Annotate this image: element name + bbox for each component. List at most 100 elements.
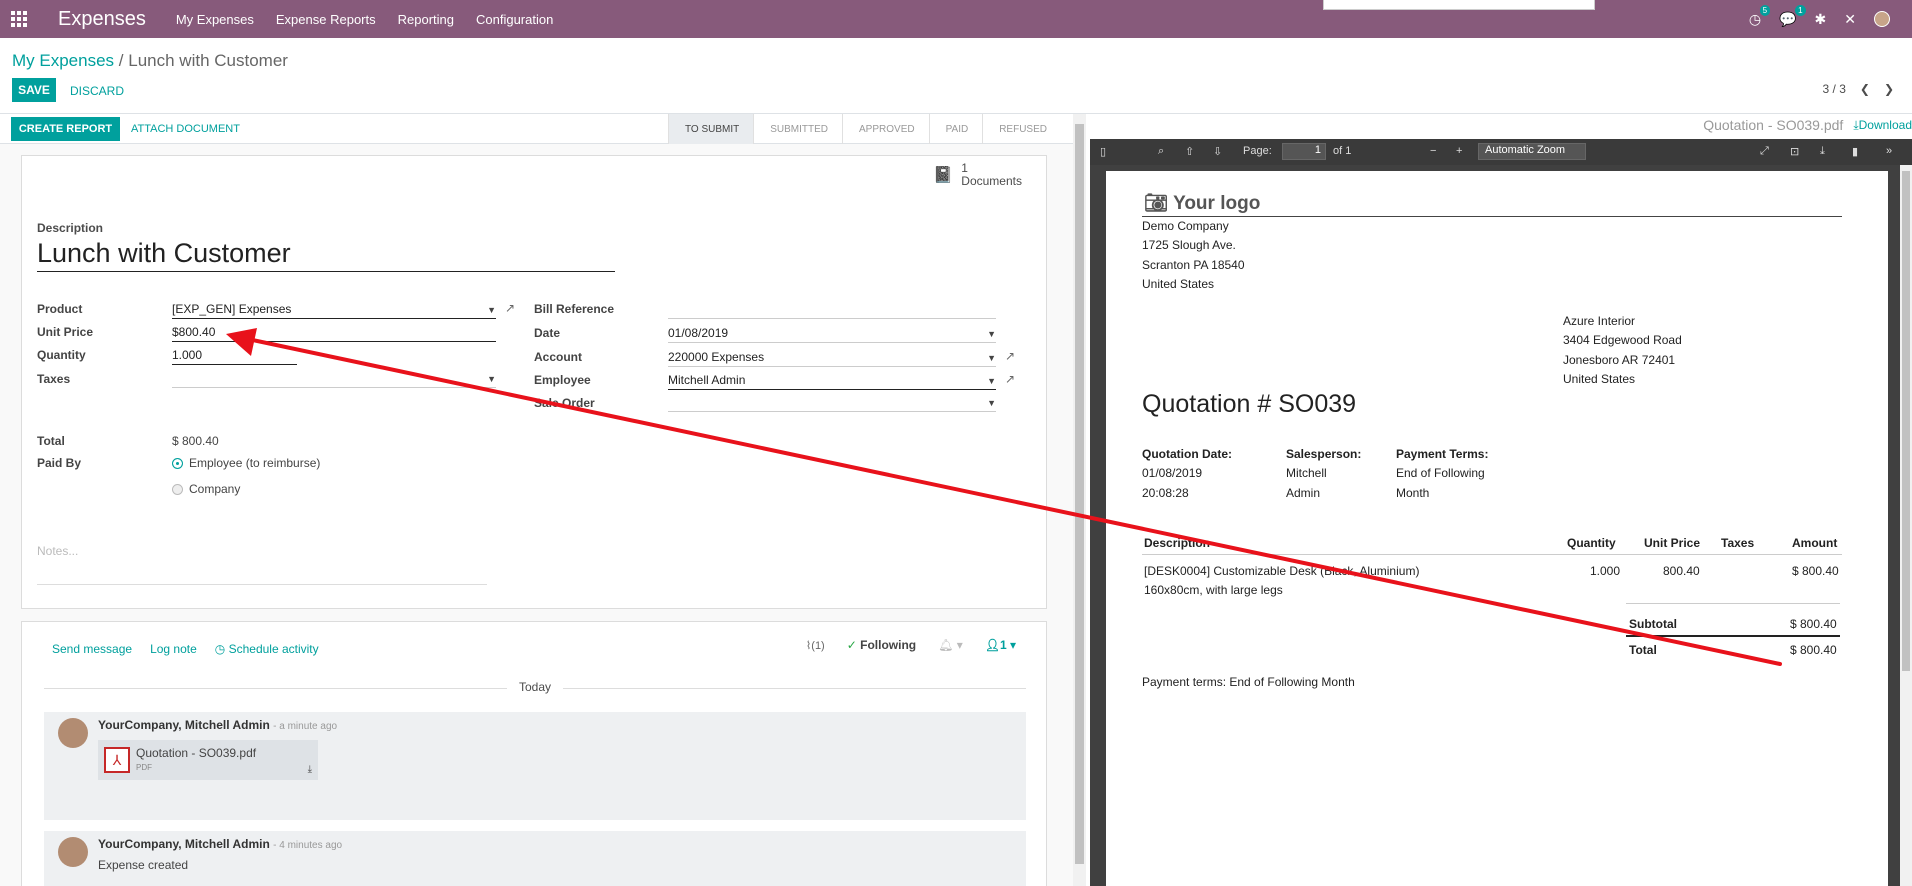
bell-icon[interactable]: 🔔︎ ▾ [938, 638, 963, 652]
product-label: Product [37, 302, 83, 316]
pdf-filename: Quotation - SO039.pdf [1703, 117, 1844, 133]
line-description-2: 160x80cm, with large legs [1144, 583, 1283, 597]
activity-icon[interactable]: ◷ 5 [1749, 4, 1771, 28]
pdf-icon: ⅄ [104, 747, 130, 773]
breadcrumb-current: Lunch with Customer [128, 51, 288, 70]
chevron-down-icon[interactable]: ▼ [487, 302, 496, 318]
attachment-preview: Quotation - SO039.pdf ⤓Download ▯ ⌕ ⇧ ⇩ … [1087, 114, 1912, 886]
menu-configuration[interactable]: Configuration [476, 12, 553, 27]
documents-count: 1 [961, 161, 968, 175]
employee-field[interactable]: Mitchell Admin ▼ [668, 372, 996, 390]
zoom-out-icon[interactable]: − [1430, 145, 1436, 157]
page-count: of 1 [1333, 145, 1352, 157]
breadcrumb-parent[interactable]: My Expenses [12, 51, 114, 70]
pdf-viewer: ▯ ⌕ ⇧ ⇩ Page: 1 of 1 − + Automatic Zoom … [1090, 139, 1912, 886]
discard-button[interactable]: DISCARD [70, 84, 124, 98]
pdf-scrollbar[interactable] [1900, 165, 1912, 886]
sale-order-field[interactable]: ▼ [668, 394, 996, 412]
previous-page-icon[interactable]: ⇧ [1185, 145, 1194, 158]
company-line: Scranton PA 18540 [1142, 258, 1245, 272]
save-button[interactable]: SAVE [12, 78, 56, 102]
external-link-icon[interactable]: ↗ [1005, 372, 1015, 386]
radio-company[interactable]: Company [172, 482, 240, 496]
chevron-down-icon[interactable]: ▼ [987, 395, 996, 411]
debug-bug-icon[interactable]: ✱ [1815, 11, 1827, 28]
attachment-card[interactable]: ⅄ Quotation - SO039.pdf PDF ⤓ [98, 740, 318, 780]
close-icon[interactable]: ✕ [1844, 11, 1856, 28]
save-icon[interactable]: ⤓ [1820, 145, 1825, 158]
chevron-down-icon[interactable]: ▼ [987, 326, 996, 342]
search-icon[interactable]: ⌕ [1158, 145, 1164, 158]
description-label: Description [37, 221, 104, 235]
fullscreen-icon[interactable]: ⤢ [1760, 145, 1769, 158]
open-file-icon[interactable]: ⊡ [1790, 145, 1799, 158]
author-name[interactable]: YourCompany, Mitchell Admin [98, 837, 270, 851]
product-field[interactable]: [EXP_GEN] Expenses ▼ [172, 301, 496, 319]
download-label: Download [1858, 117, 1912, 132]
author-name[interactable]: YourCompany, Mitchell Admin [98, 718, 270, 732]
menu-expense-reports[interactable]: Expense Reports [276, 12, 376, 27]
tools-icon[interactable]: » [1886, 145, 1892, 157]
scrollbar-thumb[interactable] [1075, 124, 1084, 864]
chevron-down-icon[interactable]: ▼ [487, 371, 496, 387]
attach-document-button[interactable]: ATTACH DOCUMENT [131, 123, 240, 135]
header-rule [1142, 216, 1842, 217]
user-icon: 👤︎ [984, 638, 1000, 652]
menu-reporting[interactable]: Reporting [398, 12, 454, 27]
date-field[interactable]: 01/08/2019 ▼ [668, 325, 996, 343]
send-message-button[interactable]: Send message [52, 642, 132, 656]
download-button[interactable]: ⤓Download [1853, 118, 1912, 133]
app-name[interactable]: Expenses [58, 8, 146, 31]
bill-reference-field[interactable] [668, 301, 996, 319]
product-value: [EXP_GEN] Expenses [172, 302, 292, 316]
next-page-icon[interactable]: ⇩ [1213, 145, 1222, 158]
external-link-icon[interactable]: ↗ [1005, 349, 1015, 363]
chevron-down-icon[interactable]: ▼ [987, 373, 996, 389]
info-label: Salesperson: [1286, 447, 1362, 461]
schedule-activity-button[interactable]: ◷ Schedule activity [215, 642, 319, 656]
author-avatar[interactable] [58, 837, 88, 867]
followers-button[interactable]: 👤︎1 ▾ [985, 638, 1016, 652]
external-link-icon[interactable]: ↗ [505, 301, 515, 315]
messages-icon[interactable]: 💬 1 [1779, 4, 1806, 28]
unit-price-field[interactable]: $800.40 [172, 324, 496, 342]
form-scrollbar[interactable] [1073, 114, 1086, 886]
bookmark-icon[interactable]: ▮ [1852, 145, 1858, 158]
description-field[interactable]: Lunch with Customer [37, 238, 615, 272]
user-avatar[interactable] [1874, 11, 1890, 27]
subtotal-rule [1626, 603, 1840, 604]
log-note-button[interactable]: Log note [150, 642, 197, 656]
following-button[interactable]: ✓ Following [847, 638, 916, 652]
zoom-in-icon[interactable]: + [1456, 145, 1462, 157]
quantity-field[interactable]: 1.000 [172, 347, 297, 365]
pager-next-icon[interactable]: ❯ [1884, 82, 1894, 96]
col-amount: Amount [1792, 536, 1838, 550]
followers-count: 1 [999, 638, 1007, 652]
menu-my-expenses[interactable]: My Expenses [176, 12, 254, 27]
page-number-input[interactable]: 1 [1282, 143, 1326, 160]
line-amount: $ 800.40 [1792, 564, 1839, 578]
pager-previous-icon[interactable]: ❮ [1860, 82, 1870, 96]
status-bar: CREATE REPORT ATTACH DOCUMENT TO SUBMIT … [0, 114, 1073, 144]
zoom-select[interactable]: Automatic Zoom [1478, 143, 1586, 160]
taxes-field[interactable]: ▼ [172, 370, 496, 388]
chevron-down-icon[interactable]: ▼ [987, 350, 996, 366]
notes-field[interactable]: Notes... [37, 541, 487, 585]
table-header-rule [1142, 554, 1842, 555]
author-avatar[interactable] [58, 718, 88, 748]
create-report-button[interactable]: CREATE REPORT [11, 117, 120, 141]
scrollbar-thumb[interactable] [1902, 171, 1910, 671]
activity-badge: 5 [1759, 4, 1771, 16]
attachments-button[interactable]: ⌇(1) [806, 639, 825, 652]
account-field[interactable]: 220000 Expenses ▼ [668, 349, 996, 367]
radio-dot[interactable] [172, 483, 183, 495]
documents-button[interactable]: 📓 1 Documents [933, 162, 1022, 188]
radio-dot[interactable] [172, 457, 183, 469]
apps-menu-icon[interactable] [0, 0, 38, 38]
radio-employee[interactable]: Employee (to reimburse) [172, 456, 320, 470]
sidebar-toggle-icon[interactable]: ▯ [1100, 145, 1106, 158]
message-body: Expense created [98, 858, 189, 872]
radio-company-label: Company [189, 482, 241, 496]
download-icon[interactable]: ⤓ [308, 764, 312, 775]
pager-value[interactable]: 3 / 3 [1823, 82, 1846, 96]
